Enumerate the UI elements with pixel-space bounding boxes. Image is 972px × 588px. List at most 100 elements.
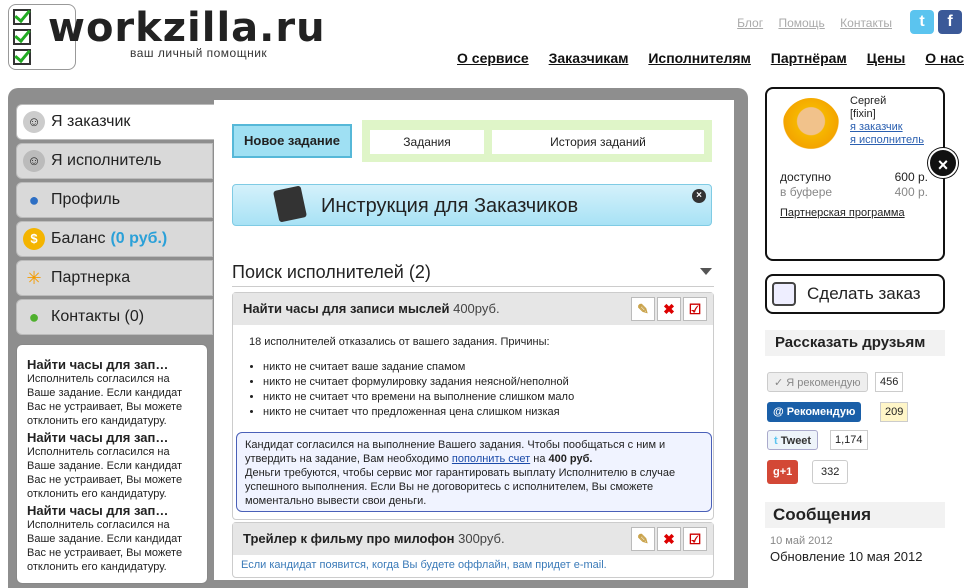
top-up-link[interactable]: пополнить счет (452, 453, 530, 465)
notification-item[interactable]: Найти часы для зап… Исполнитель согласил… (27, 503, 197, 574)
profile-info: Сергей [fixin] я заказчик я исполнитель (850, 95, 924, 147)
task-body: 18 исполнителей отказались от вашего зад… (233, 325, 713, 430)
info-text-part: утвердить на задание, Вам необходимо (245, 453, 452, 465)
checklist-icon[interactable]: ☑ (683, 297, 707, 321)
sidebar-item-label: Баланс (51, 230, 106, 247)
tweet-button[interactable]: t Tweet (767, 430, 819, 450)
task-header: Трейлер к фильму про милофон 300руб. ✎ ✖… (233, 523, 713, 555)
link-executor[interactable]: я исполнитель (850, 134, 924, 146)
reason-item: никто не считает что времени на выполнен… (263, 390, 697, 405)
recommend-count: 456 (875, 372, 904, 392)
sidebar-item-label: Контакты (0) (51, 308, 145, 325)
tab-history[interactable]: История заданий (492, 130, 704, 154)
nav-executors[interactable]: Исполнителям (648, 50, 751, 66)
logo[interactable]: workzilla.ru (48, 8, 326, 48)
message-date: 10 май 2012 (770, 535, 833, 547)
reason-item: никто не считает формулировку задания не… (263, 375, 697, 390)
profile-name: Сергей (850, 95, 887, 107)
info-text: Деньги требуются, чтобы сервис мог гаран… (245, 467, 676, 479)
edit-icon[interactable]: ✎ (631, 527, 655, 551)
sidebar-item-label: Я заказчик (51, 113, 131, 130)
order-check-icon (772, 282, 796, 306)
sidebar-item-contacts[interactable]: ● Контакты (0) (16, 299, 213, 335)
tweet-count: 1,174 (830, 430, 868, 450)
check-icon (13, 29, 31, 45)
notification-title: Найти часы для зап… (27, 503, 169, 518)
top-links: Блог Помощь Контакты (725, 16, 892, 30)
info-text: Кандидат согласился на выполнение Вашего… (245, 439, 666, 451)
mail-recommend-button[interactable]: @ Рекомендую (767, 402, 862, 422)
edit-icon[interactable]: ✎ (631, 297, 655, 321)
task-price: 300руб. (458, 531, 505, 546)
offline-note: Если кандидат появится, когда Вы будете … (241, 559, 607, 571)
sidebar-item-balance[interactable]: $ Баланс (0 руб.) (16, 221, 213, 257)
partner-program-link[interactable]: Партнерская программа (780, 207, 905, 219)
payment-info-box: Кандидат согласился на выполнение Вашего… (236, 432, 712, 512)
sidebar-item-label: Партнерка (51, 269, 131, 286)
contacts-icon: ● (28, 307, 40, 327)
sidebar-item-customer[interactable]: ☺ Я заказчик (16, 104, 216, 140)
sidebar-item-profile[interactable]: ● Профиль (16, 182, 213, 218)
info-text: моментально вывести свои деньги. (245, 495, 427, 507)
logo-ru: .ru (259, 5, 326, 51)
notification-item[interactable]: Найти часы для зап… Исполнитель согласил… (27, 357, 197, 428)
main-nav: О сервисе Заказчикам Исполнителям Партнё… (441, 50, 964, 66)
top-link-help[interactable]: Помощь (778, 16, 824, 30)
task-title[interactable]: Трейлер к фильму про милофон (243, 531, 454, 546)
avatar[interactable] (782, 98, 840, 156)
nav-prices[interactable]: Цены (867, 50, 906, 66)
new-task-button[interactable]: Новое задание (232, 124, 352, 158)
notification-title: Найти часы для зап… (27, 430, 169, 445)
nav-customers[interactable]: Заказчикам (549, 50, 629, 66)
balance-value: (0 руб.) (110, 230, 168, 247)
task-title[interactable]: Найти часы для записи мыслей (243, 301, 449, 316)
available-value: 600 р. (894, 170, 928, 184)
sidebar-item-partner[interactable]: ✳ Партнерка (16, 260, 213, 296)
facebook-icon[interactable]: f (938, 10, 962, 34)
collapse-arrow-icon[interactable] (700, 268, 712, 275)
notification-body: Исполнитель согласился на Ваше задание. … (27, 446, 183, 500)
tab-tasks[interactable]: Задания (370, 130, 484, 154)
notification-title: Найти часы для зап… (27, 357, 169, 372)
task-card: Трейлер к фильму про милофон 300руб. ✎ ✖… (232, 522, 714, 578)
recommend-label: Я рекомендую (786, 377, 861, 389)
twitter-icon[interactable]: t (910, 10, 934, 34)
message-text[interactable]: Обновление 10 мая 2012 (770, 549, 922, 564)
task-refusals: 18 исполнителей отказались от вашего зад… (249, 336, 550, 348)
info-amount: 400 руб. (548, 453, 593, 465)
recommend-button[interactable]: ✓ Я рекомендую (767, 372, 868, 392)
nav-about-us[interactable]: О нас (925, 50, 964, 66)
notification-item[interactable]: Найти часы для зап… Исполнитель согласил… (27, 430, 197, 501)
sidebar-item-executor[interactable]: ☺ Я исполнитель (16, 143, 213, 179)
delete-icon[interactable]: ✖ (657, 297, 681, 321)
info-text: утвердить на задание, Вам необходимо поп… (245, 452, 703, 466)
buffer-value: 400 р. (894, 185, 928, 199)
check-icon (13, 49, 31, 65)
close-icon[interactable]: × (692, 189, 706, 203)
top-link-contacts[interactable]: Контакты (840, 16, 892, 30)
info-text: успешного выполнения. Если Вы не договор… (245, 481, 654, 493)
notification-body: Исполнитель согласился на Ваше задание. … (27, 519, 183, 573)
reason-item: никто не считает ваше задание спамом (263, 360, 697, 375)
reasons-list: никто не считает ваше задание спамом ник… (249, 360, 697, 420)
link-customer[interactable]: я заказчик (850, 121, 903, 133)
task-price: 400руб. (453, 301, 500, 316)
divider (232, 286, 714, 287)
gplus-button[interactable]: g+1 (767, 460, 799, 484)
nav-about[interactable]: О сервисе (457, 50, 529, 66)
share-title: Рассказать друзьям (765, 330, 945, 356)
checklist-icon[interactable]: ☑ (683, 527, 707, 551)
close-icon[interactable]: × (928, 148, 958, 178)
task-header: Найти часы для записи мыслей 400руб. ✎ ✖… (233, 293, 713, 325)
sun-icon: ✳ (26, 268, 42, 288)
info-text-part: на (530, 453, 549, 465)
sidebar-item-label: Профиль (51, 191, 121, 208)
coin-icon: $ (23, 228, 45, 250)
top-link-blog[interactable]: Блог (737, 16, 763, 30)
twitter-icon: t (774, 435, 778, 447)
delete-icon[interactable]: ✖ (657, 527, 681, 551)
user-icon: ☺ (23, 111, 45, 133)
check-icon (13, 9, 31, 25)
nav-partners[interactable]: Партнёрам (771, 50, 847, 66)
buffer-label: в буфере (780, 185, 833, 199)
